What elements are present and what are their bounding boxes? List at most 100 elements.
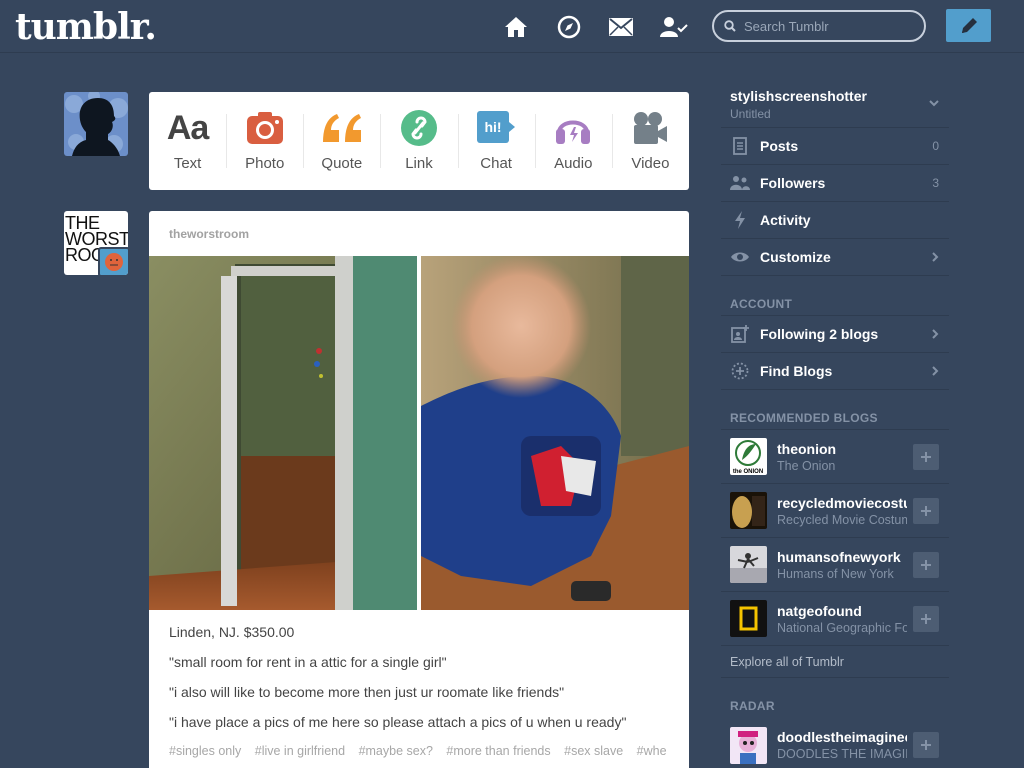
find-blogs-icon [730,361,750,381]
sidebar-item-followers[interactable]: Followers 3 [721,165,949,202]
follow-button[interactable] [913,732,939,758]
post-type-video[interactable]: Video [611,92,689,190]
blog-thumbnail [730,726,767,764]
sidebar-item-label: Followers [760,175,826,191]
blog-name: humansofnewyork [777,548,901,565]
blog-selector[interactable]: stylishscreenshotter Untitled [721,80,949,128]
account-user-icon[interactable] [660,14,690,40]
post-photo-person[interactable] [421,256,689,610]
blog-title: Recycled Movie Costumes [777,512,907,527]
post-type-photo[interactable]: Photo [226,92,303,190]
followers-icon [730,173,750,193]
blog-name: natgeofound [777,602,862,619]
follow-button[interactable] [913,606,939,632]
chat-icon: hi! [476,109,516,147]
sidebar-item-posts[interactable]: Posts 0 [721,128,949,165]
blog-name: theonion [777,440,837,457]
home-icon[interactable] [503,14,529,40]
camera-icon [246,109,284,147]
chevron-right-icon [932,366,939,376]
post-text-line: Linden, NJ. $350.00 [169,624,295,640]
post-author[interactable]: theworstroom [169,227,249,241]
post-type-label: Video [631,155,670,172]
post-text-line: "i have place a pics of me here so pleas… [169,714,627,730]
chevron-right-icon [932,329,939,339]
explore-link[interactable]: Explore all of Tumblr [721,646,949,678]
sidebar-item-label: Find Blogs [760,363,833,379]
recommended-blog[interactable]: the ONION theonion The Onion [721,430,949,484]
sidebar-item-following[interactable]: Following 2 blogs [721,316,949,353]
svg-text:hi!: hi! [485,119,502,135]
post-text-line: "small room for rent in a attic for a si… [169,654,447,670]
post-type-label: Chat [480,155,512,172]
post-type-audio[interactable]: Audio [534,92,612,190]
search-icon [724,20,736,32]
blog-avatar[interactable]: THE WORST ROO [64,211,128,275]
post-photo-doorway[interactable] [149,256,417,610]
post-type-link[interactable]: Link [380,92,457,190]
blog-title: National Geographic Found [777,620,907,635]
blog-title: The Onion [777,458,836,473]
sidebar-item-label: Activity [760,212,811,228]
post-type-panel: Aa Text Photo Quote Link hi! Chat Audio [149,92,689,190]
sidebar-item-customize[interactable]: Customize [721,239,949,276]
posts-count: 0 [932,139,939,153]
sidebar-item-find-blogs[interactable]: Find Blogs [721,353,949,390]
plus-icon [921,614,931,624]
tumblr-logo[interactable]: tumblr. [15,6,157,48]
post-type-text[interactable]: Aa Text [149,92,226,190]
post-tag[interactable]: #whe [637,744,667,758]
recommended-blog[interactable]: natgeofound National Geographic Found [721,592,949,646]
mini-avatar [98,247,128,275]
posts-icon [730,136,750,156]
blog-thumbnail [730,600,767,637]
post-type-label: Text [173,155,202,172]
blog-name: recycledmoviecostumes [777,494,907,511]
compose-button[interactable] [946,9,991,42]
sidebar-item-activity[interactable]: Activity [721,202,949,239]
follow-button[interactable] [913,552,939,578]
post-tag[interactable]: #more than friends [446,744,550,758]
post-tag[interactable]: #sex slave [564,744,623,758]
post-tag[interactable]: #maybe sex? [359,744,433,758]
post-type-chat[interactable]: hi! Chat [457,92,535,190]
post-tag[interactable]: #singles only [169,744,241,758]
post-text-line: "i also will like to become more then ju… [169,684,565,700]
user-silhouette-icon [65,92,128,156]
follow-button[interactable] [913,498,939,524]
post-type-quote[interactable]: Quote [303,92,380,190]
compose-pencil-icon [961,17,977,33]
blog-thumbnail [730,546,767,583]
search-input[interactable] [744,18,914,34]
followers-count: 3 [932,176,939,190]
plus-icon [921,740,931,750]
user-avatar[interactable] [64,92,128,156]
recommended-blog[interactable]: recycledmoviecostumes Recycled Movie Cos… [721,484,949,538]
svg-text:the ONION: the ONION [733,469,763,475]
account-section-header: ACCOUNT [721,276,949,316]
blog-name: doodlestheimagineer [777,729,907,745]
blog-thumbnail: the ONION [730,438,767,475]
link-icon [400,109,438,147]
blog-title: Humans of New York [777,566,894,581]
post-type-label: Quote [321,155,363,172]
inbox-mail-icon[interactable] [608,14,634,40]
headphones-icon [554,109,592,147]
blog-thumbnail [730,492,767,529]
search-bar[interactable] [712,10,926,42]
post-type-label: Audio [554,155,593,172]
radar-blog[interactable]: doodlestheimagineer DOODLES THE IMAGINEE… [721,718,949,768]
blog-title: Untitled [730,107,771,121]
follow-button[interactable] [913,444,939,470]
post-body: Linden, NJ. $350.00 "small room for rent… [169,624,674,744]
recommended-blog[interactable]: humansofnewyork Humans of New York [721,538,949,592]
quote-icon [321,109,363,147]
dashboard-post: theworstroom Linden, NJ. $350.00 "small … [149,211,689,768]
video-camera-icon [631,109,669,147]
post-tag[interactable]: #live in girlfriend [255,744,345,758]
chevron-right-icon [932,252,939,262]
post-type-label: Link [405,155,433,172]
activity-bolt-icon [730,210,750,230]
post-type-label: Photo [245,155,285,172]
explore-compass-icon[interactable] [556,14,582,40]
